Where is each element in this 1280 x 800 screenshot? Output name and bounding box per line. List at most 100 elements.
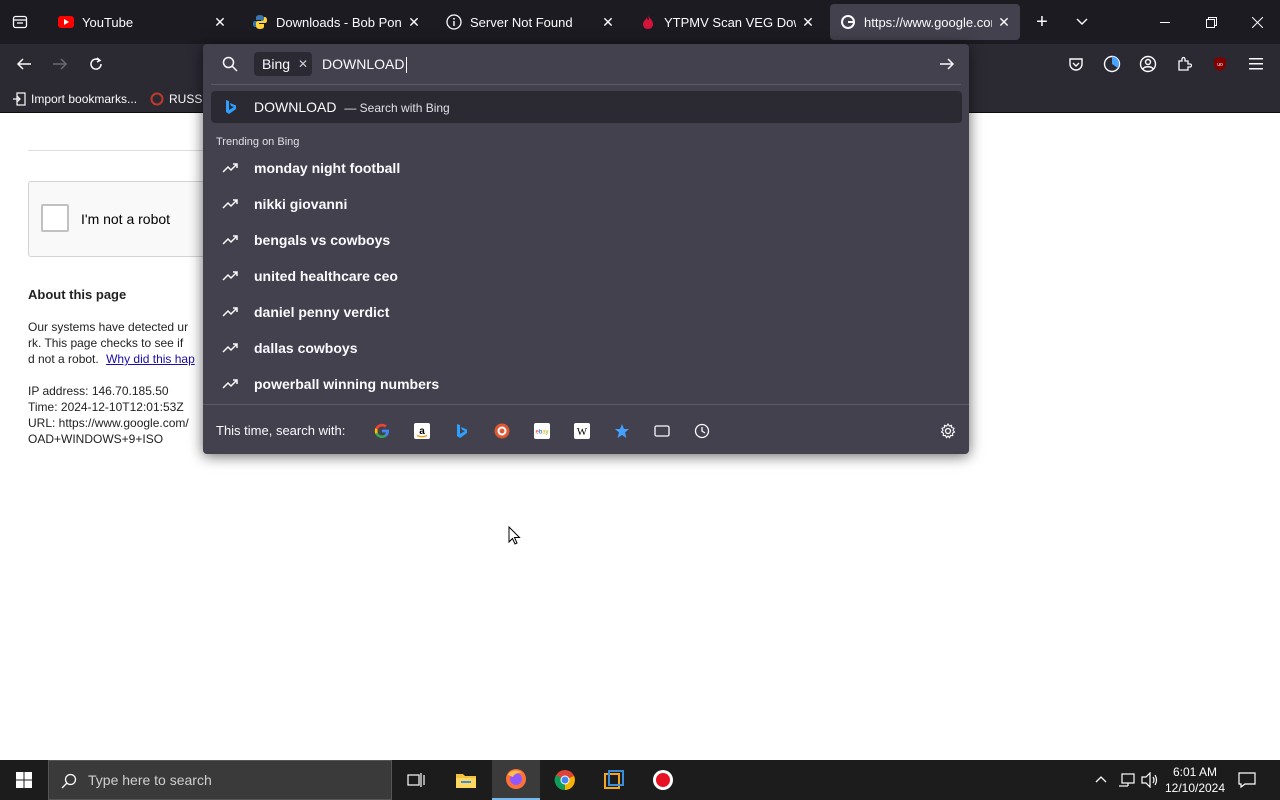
trending-label: Trending on Bing <box>216 136 300 148</box>
trending-suggestion[interactable]: powerball winning numbers <box>211 368 962 400</box>
tab-title: https://www.google.com/ <box>864 14 992 30</box>
page-text-line: Our systems have detected ur <box>28 320 189 334</box>
engine-chip-label: Bing <box>262 56 291 72</box>
notifications-icon[interactable] <box>1238 771 1256 794</box>
bookmarks-star-icon[interactable] <box>611 420 633 442</box>
wikipedia-icon[interactable]: W <box>571 420 593 442</box>
ublock-icon[interactable]: uo <box>1204 48 1236 80</box>
tab-ytpmv[interactable]: YTPMV Scan VEG Downloa ✕ <box>630 4 824 40</box>
windows-start-icon[interactable] <box>0 760 48 800</box>
tab-google[interactable]: https://www.google.com/ ✕ <box>830 4 1020 40</box>
remove-engine-icon[interactable]: ✕ <box>298 57 308 71</box>
extensions-icon[interactable] <box>1168 48 1200 80</box>
trending-suggestion[interactable]: bengals vs cowboys <box>211 224 962 256</box>
account-icon[interactable] <box>1132 48 1164 80</box>
new-tab-icon[interactable]: + <box>1030 10 1054 34</box>
bookmark-icon <box>150 92 164 106</box>
taskbar-search-placeholder: Type here to search <box>88 772 212 788</box>
chrome-icon[interactable] <box>541 760 589 800</box>
reload-icon[interactable] <box>80 48 112 80</box>
tab-server-not-found[interactable]: Server Not Found ✕ <box>436 4 624 40</box>
one-off-label: This time, search with: <box>216 423 346 438</box>
suggestion-text: DOWNLOAD <box>254 99 337 115</box>
trending-text: dallas cowboys <box>254 340 358 356</box>
search-icon <box>222 56 238 77</box>
python-icon <box>252 14 268 30</box>
restore-icon[interactable] <box>1188 0 1234 44</box>
file-explorer-icon[interactable] <box>442 760 490 800</box>
bing-icon[interactable] <box>451 420 473 442</box>
volume-icon[interactable] <box>1141 771 1159 793</box>
trending-suggestion[interactable]: dallas cowboys <box>211 332 962 364</box>
firefox-taskbar-icon[interactable] <box>492 760 540 800</box>
windows-taskbar: Type here to search 6:01 AM 12/10/2024 <box>0 760 1280 800</box>
close-tab-icon[interactable]: ✕ <box>208 10 232 34</box>
tab-title: YouTube <box>82 14 134 30</box>
urlbar-input[interactable]: DOWNLOAD <box>322 56 408 74</box>
bookmark-import[interactable]: Import bookmarks... <box>12 89 137 109</box>
firefox-view-icon[interactable] <box>8 10 32 34</box>
trending-arrow-icon <box>222 340 238 356</box>
task-view-icon[interactable] <box>392 760 440 800</box>
tabs-icon[interactable] <box>651 420 673 442</box>
trending-suggestion[interactable]: united healthcare ceo <box>211 260 962 292</box>
tab-downloads[interactable]: Downloads - Bob Pony ✕ <box>242 4 430 40</box>
import-icon <box>12 92 26 106</box>
trending-arrow-icon <box>222 304 238 320</box>
trending-suggestion[interactable]: nikki giovanni <box>211 188 962 220</box>
urlbar[interactable]: Bing ✕ DOWNLOAD <box>203 44 969 84</box>
why-link[interactable]: Why did this hap <box>106 352 195 366</box>
tab-youtube[interactable]: YouTube ✕ <box>48 4 236 40</box>
close-tab-icon[interactable]: ✕ <box>596 10 620 34</box>
trending-suggestion[interactable]: monday night football <box>211 152 962 184</box>
show-hidden-icons-chevron-icon[interactable] <box>1094 772 1108 793</box>
trending-text: bengals vs cowboys <box>254 232 391 248</box>
mouse-cursor-icon <box>508 525 522 551</box>
history-icon[interactable] <box>691 420 713 442</box>
list-all-tabs-icon[interactable] <box>1070 10 1094 34</box>
close-tab-icon[interactable]: ✕ <box>992 10 1016 34</box>
record-icon[interactable] <box>639 760 687 800</box>
recaptcha-checkbox[interactable] <box>41 204 69 232</box>
close-tab-icon[interactable]: ✕ <box>402 10 426 34</box>
fire-icon <box>640 14 656 30</box>
about-heading: About this page <box>28 287 127 302</box>
taskbar-search-box[interactable]: Type here to search <box>48 760 392 800</box>
tab-title: YTPMV Scan VEG Downloa <box>664 14 796 30</box>
urlbar-query: DOWNLOAD <box>322 56 405 72</box>
suggestion-suffix: — Search with Bing <box>344 101 450 115</box>
info-icon <box>446 14 462 30</box>
back-icon[interactable] <box>8 48 40 80</box>
google-icon[interactable] <box>371 420 393 442</box>
pocket-icon[interactable] <box>1060 48 1092 80</box>
network-icon[interactable] <box>1118 772 1136 793</box>
minimize-icon[interactable] <box>1142 0 1188 44</box>
amazon-icon[interactable]: a <box>411 420 433 442</box>
taskbar-clock[interactable]: 6:01 AM 12/10/2024 <box>1160 764 1230 796</box>
duckduckgo-icon[interactable] <box>491 420 513 442</box>
trending-text: monday night football <box>254 160 401 176</box>
svg-text:uo: uo <box>1217 62 1223 68</box>
url-tail-text: OAD+WINDOWS+9+ISO <box>28 432 164 446</box>
extension-timer-icon[interactable] <box>1096 48 1128 80</box>
search-settings-gear-icon[interactable] <box>937 420 959 442</box>
ebay-icon[interactable]: ebay <box>531 420 553 442</box>
trending-suggestion[interactable]: daniel penny verdict <box>211 296 962 328</box>
divider <box>203 404 969 405</box>
tab-strip: YouTube ✕ Downloads - Bob Pony ✕ Server … <box>0 0 1280 44</box>
tab-title: Server Not Found <box>470 14 573 30</box>
trending-arrow-icon <box>222 376 238 392</box>
close-window-icon[interactable] <box>1234 0 1280 44</box>
suggestion-search-with-bing[interactable]: DOWNLOAD — Search with Bing <box>211 91 962 123</box>
app-window-icon[interactable] <box>590 760 638 800</box>
menu-icon[interactable] <box>1240 48 1272 80</box>
svg-text:W: W <box>577 426 588 438</box>
trending-text: nikki giovanni <box>254 196 348 212</box>
forward-icon[interactable] <box>44 48 76 80</box>
search-engine-chip[interactable]: Bing ✕ <box>254 52 312 76</box>
go-arrow-icon[interactable] <box>939 56 955 77</box>
google-icon <box>840 14 856 30</box>
divider <box>211 84 961 85</box>
close-tab-icon[interactable]: ✕ <box>796 10 820 34</box>
search-icon <box>61 773 77 794</box>
